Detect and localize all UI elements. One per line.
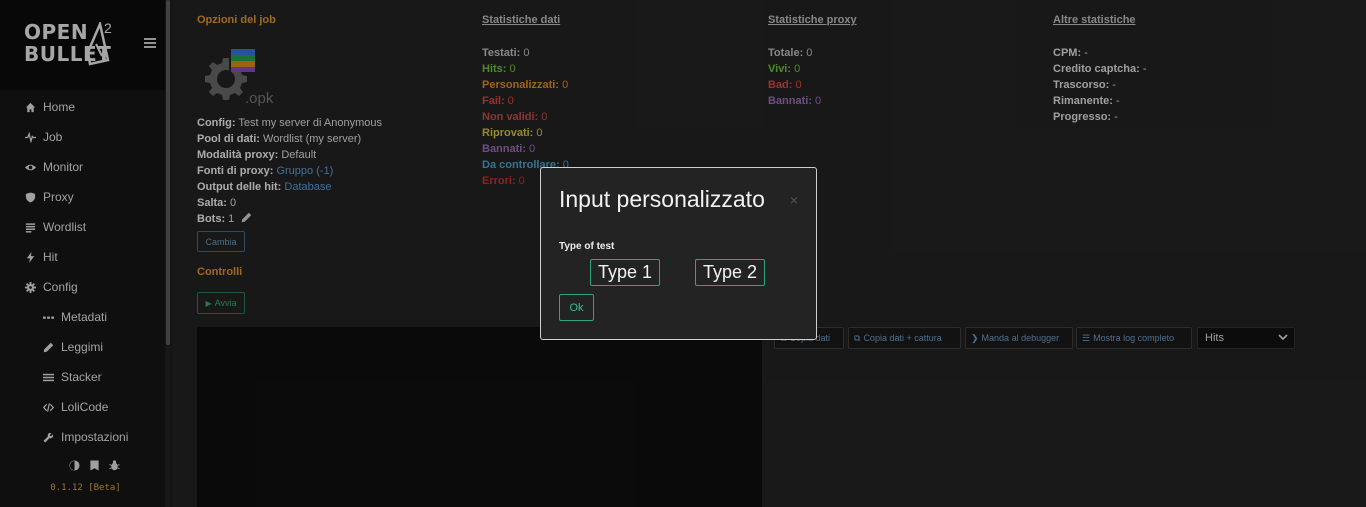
app-window: OPEN BULLET 2 Home Job Monitor Proxy Wor… bbox=[0, 0, 1366, 507]
close-icon[interactable]: × bbox=[790, 192, 798, 208]
type-of-test-label: Type of test bbox=[559, 241, 615, 252]
ok-button[interactable]: Ok bbox=[559, 294, 594, 321]
type-1-option-button[interactable]: Type 1 bbox=[590, 259, 660, 286]
modal-title: Input personalizzato bbox=[559, 186, 765, 212]
custom-input-modal: Input personalizzato × Type of test Type… bbox=[540, 167, 817, 340]
type-2-option-button[interactable]: Type 2 bbox=[695, 259, 765, 286]
